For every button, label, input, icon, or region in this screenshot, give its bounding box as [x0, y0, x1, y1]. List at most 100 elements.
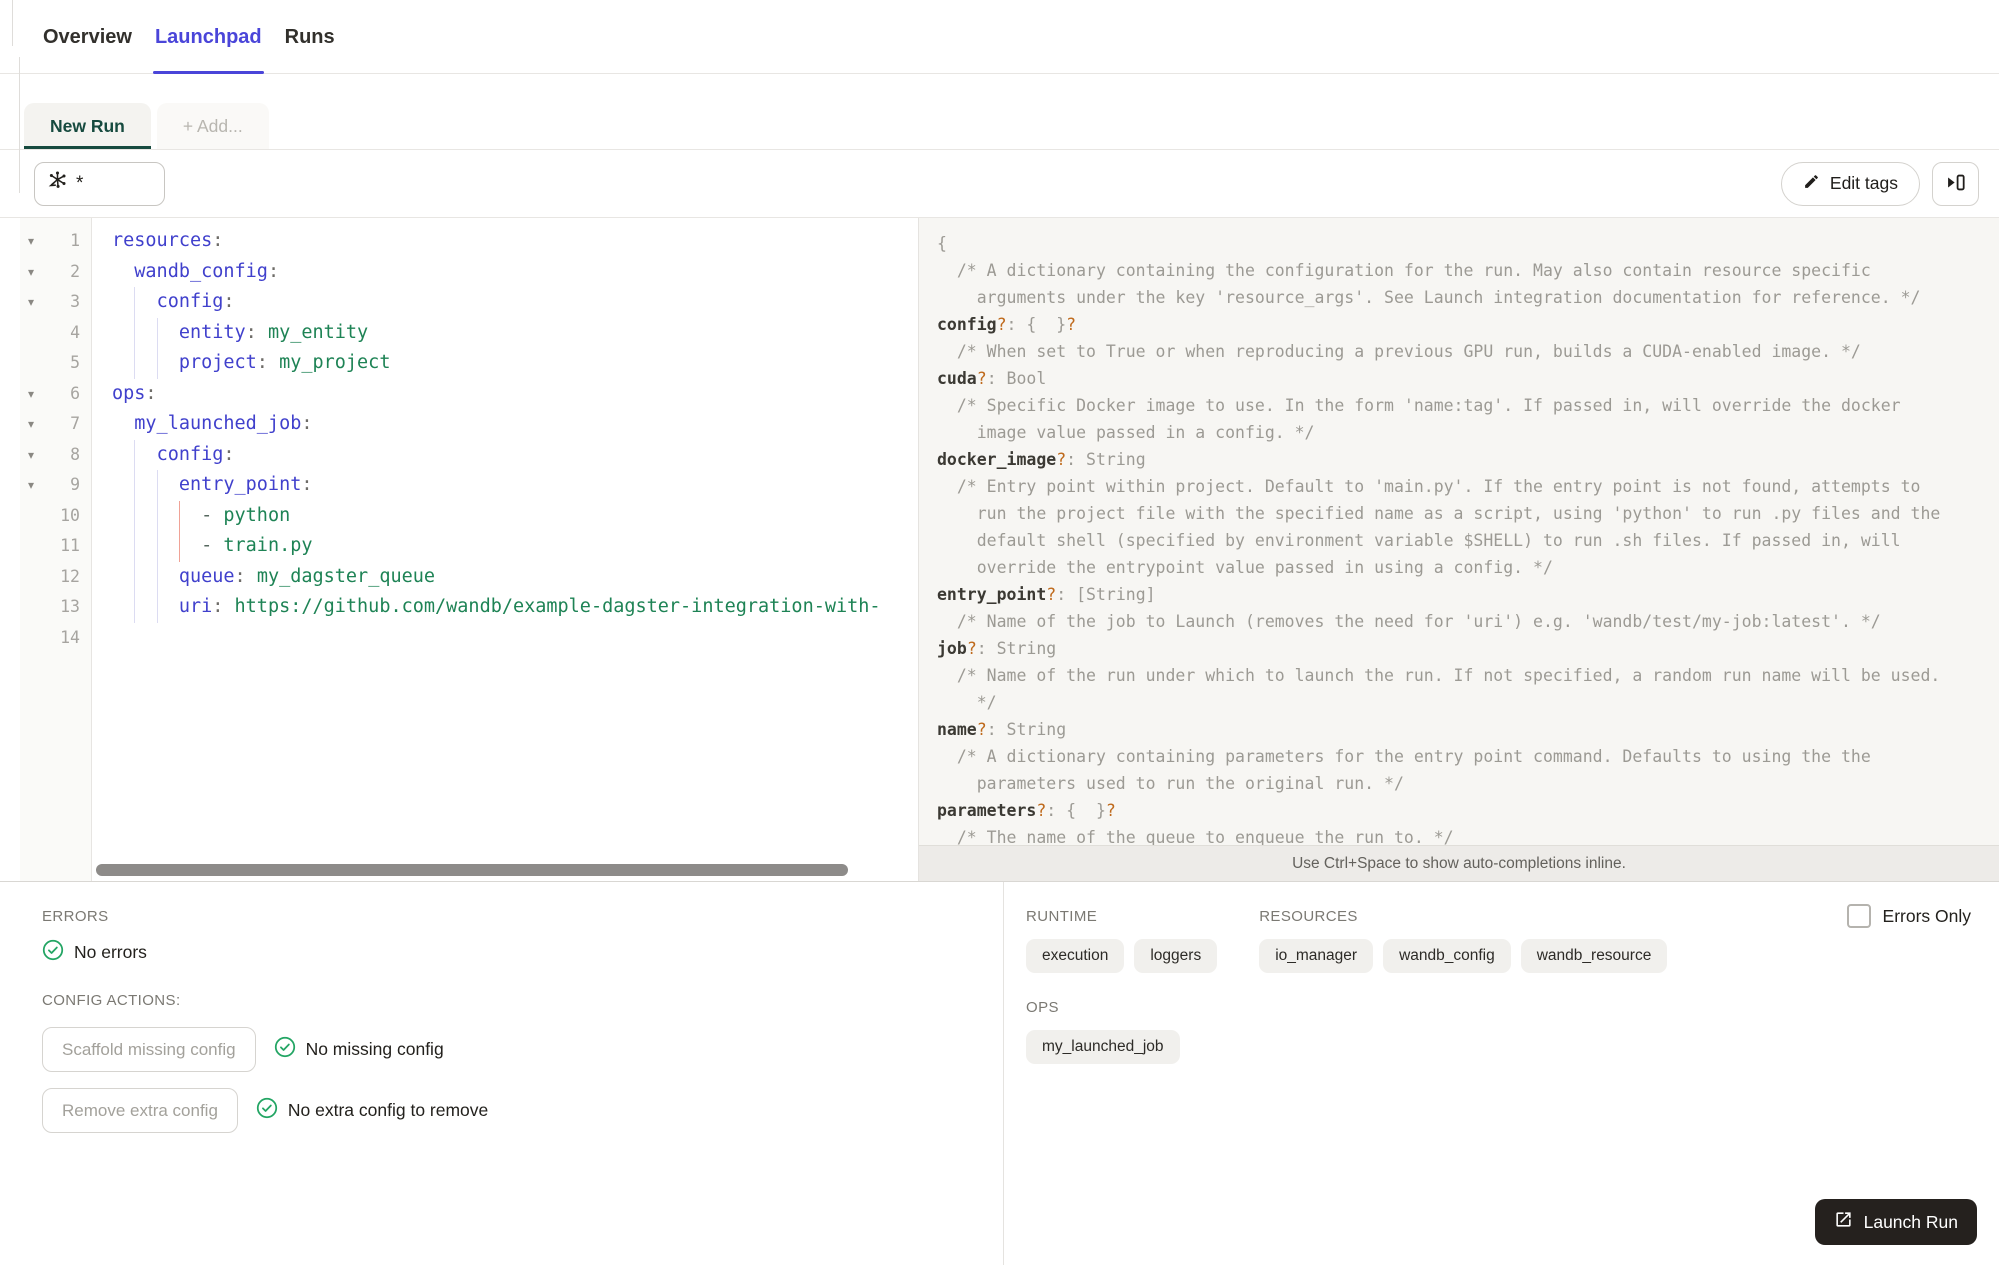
- tag-wandb_resource[interactable]: wandb_resource: [1520, 939, 1668, 973]
- config-editor[interactable]: ▾ 1 resources: ▾ 2 wandb_config: ▾ 3 config: 4 …: [0, 218, 918, 881]
- schema-token: /* Name of the job to Launch (removes th…: [937, 612, 1881, 631]
- fold-arrow-icon[interactable]: ▾: [20, 379, 42, 410]
- indent-guide: [156, 348, 158, 379]
- op-selector-input[interactable]: *: [34, 161, 165, 206]
- yaml-line-content: queue: my_dagster_queue: [92, 561, 918, 592]
- yaml-line[interactable]: 10 - python: [20, 500, 918, 531]
- indent-guide: [134, 470, 136, 501]
- schema-token: cuda: [937, 369, 977, 388]
- schema-line: job?: String: [937, 635, 1989, 662]
- yaml-line[interactable]: 13 uri: https://github.com/wandb/example…: [20, 592, 918, 623]
- schema-token: /* Entry point within project. Default t…: [937, 477, 1921, 496]
- yaml-line-content: resources:: [92, 226, 918, 257]
- yaml-line-content: uri: https://github.com/wandb/example-da…: [92, 592, 918, 623]
- code-token: my_entity: [267, 321, 369, 343]
- yaml-line[interactable]: ▾ 6 ops:: [20, 379, 918, 410]
- runtime-tags: execution loggers: [1026, 939, 1218, 973]
- open-in-panel-button[interactable]: [1932, 161, 1979, 206]
- yaml-line[interactable]: 14: [20, 623, 918, 654]
- indent-guide: [134, 348, 136, 379]
- session-tabs: New Run + Add...: [0, 74, 1999, 150]
- code-token: entry_point: [178, 474, 302, 495]
- schema-lines: { /* A dictionary containing the configu…: [919, 218, 1999, 851]
- remove-extra-config-button[interactable]: Remove extra config: [42, 1088, 238, 1133]
- ops-section: OPS my_launched_job: [1026, 999, 1973, 1064]
- tab-overview[interactable]: Overview: [43, 26, 132, 73]
- yaml-line-content: config:: [92, 439, 918, 470]
- yaml-line[interactable]: ▾ 3 config:: [20, 287, 918, 318]
- add-session-tab-button[interactable]: + Add...: [156, 103, 269, 149]
- indent-guide: [134, 317, 136, 348]
- yaml-line[interactable]: ▾ 8 config:: [20, 439, 918, 471]
- fold-arrow-icon[interactable]: ▾: [20, 440, 42, 471]
- fold-arrow-icon[interactable]: ▾: [20, 409, 42, 440]
- config-actions-list: Scaffold missing config No missing config…: [42, 1027, 979, 1133]
- yaml-line[interactable]: 11 - train.py: [20, 531, 918, 562]
- yaml-line-content: - python: [92, 500, 918, 531]
- config-editor-lines: ▾ 1 resources: ▾ 2 wandb_config: ▾ 3 config: 4 …: [20, 218, 918, 653]
- no-errors-text: No errors: [74, 942, 147, 962]
- line-number: 5: [70, 353, 80, 372]
- schema-token: ?: [1066, 315, 1077, 334]
- tag-my_launched_job[interactable]: my_launched_job: [1026, 1030, 1180, 1064]
- yaml-line[interactable]: ▾ 7 my_launched_job:: [20, 409, 918, 440]
- errors-panel: ERRORS No errors CONFIG ACTIONS: Scaffol…: [0, 882, 1004, 1265]
- yaml-line[interactable]: 5 project: my_project: [20, 348, 918, 379]
- fold-arrow-icon[interactable]: ▾: [20, 226, 42, 257]
- yaml-line[interactable]: ▾ 2 wandb_config:: [20, 257, 918, 288]
- errors-only-checkbox[interactable]: [1846, 904, 1871, 928]
- line-number: 14: [60, 627, 80, 647]
- op-selector-value: *: [76, 172, 84, 194]
- yaml-line[interactable]: 12 queue: my_dagster_queue: [20, 561, 918, 593]
- errors-only-toggle[interactable]: Errors Only: [1846, 904, 1971, 928]
- line-number: 10: [60, 505, 80, 525]
- schema-token: name: [937, 720, 977, 739]
- schema-line: config?: { }?: [937, 311, 1989, 338]
- fold-arrow-icon[interactable]: ▾: [20, 470, 42, 501]
- launch-run-button[interactable]: Launch Run: [1814, 1199, 1977, 1245]
- edit-tags-button[interactable]: Edit tags: [1780, 161, 1920, 206]
- line-number: 7: [70, 414, 80, 433]
- schema-line: */: [937, 689, 1989, 716]
- code-token: my_dagster_queue: [256, 565, 436, 587]
- tag-io_manager[interactable]: io_manager: [1259, 939, 1374, 973]
- editor-split: ▾ 1 resources: ▾ 2 wandb_config: ▾ 3 config: 4 …: [0, 218, 1999, 881]
- yaml-line[interactable]: ▾ 9 entry_point:: [20, 470, 918, 501]
- fold-arrow-icon[interactable]: ▾: [20, 257, 42, 288]
- yaml-line[interactable]: 4 entity: my_entity: [20, 317, 918, 348]
- tab-launchpad[interactable]: Launchpad: [152, 26, 264, 74]
- check-circle-icon: [256, 1097, 278, 1124]
- code-token: -: [201, 535, 213, 556]
- bottom-panels: ERRORS No errors CONFIG ACTIONS: Scaffol…: [0, 881, 1999, 1265]
- tag-wandb_config[interactable]: wandb_config: [1383, 939, 1511, 973]
- indent-guide: [156, 317, 158, 348]
- schema-line: /* Name of the job to Launch (removes th…: [937, 608, 1989, 635]
- schema-line: /* Specific Docker image to use. In the …: [937, 392, 1989, 419]
- schema-line: cuda?: Bool: [937, 365, 1989, 392]
- fold-arrow-icon[interactable]: ▾: [20, 287, 42, 318]
- op-selector-icon: [47, 170, 68, 197]
- line-number: 9: [70, 475, 80, 494]
- resources-label: RESOURCES: [1259, 908, 1358, 925]
- yaml-line[interactable]: ▾ 1 resources:: [20, 226, 918, 257]
- code-token: python: [223, 504, 291, 526]
- yaml-line-content: [92, 623, 918, 654]
- tag-loggers[interactable]: loggers: [1134, 939, 1218, 973]
- session-tab-new-run[interactable]: New Run: [24, 103, 151, 149]
- schema-token: /* Specific Docker image to use. In the …: [937, 396, 1901, 415]
- tab-runs[interactable]: Runs: [285, 26, 335, 73]
- tag-execution[interactable]: execution: [1026, 939, 1125, 973]
- horizontal-scrollbar-thumb[interactable]: [96, 864, 848, 876]
- ops-label: OPS: [1026, 999, 1059, 1016]
- schema-token: image value passed in a config. */: [937, 423, 1315, 442]
- schema-token: ?: [1105, 801, 1116, 820]
- horizontal-scrollbar[interactable]: [96, 864, 856, 876]
- scaffold-missing-config-button[interactable]: Scaffold missing config: [42, 1027, 256, 1072]
